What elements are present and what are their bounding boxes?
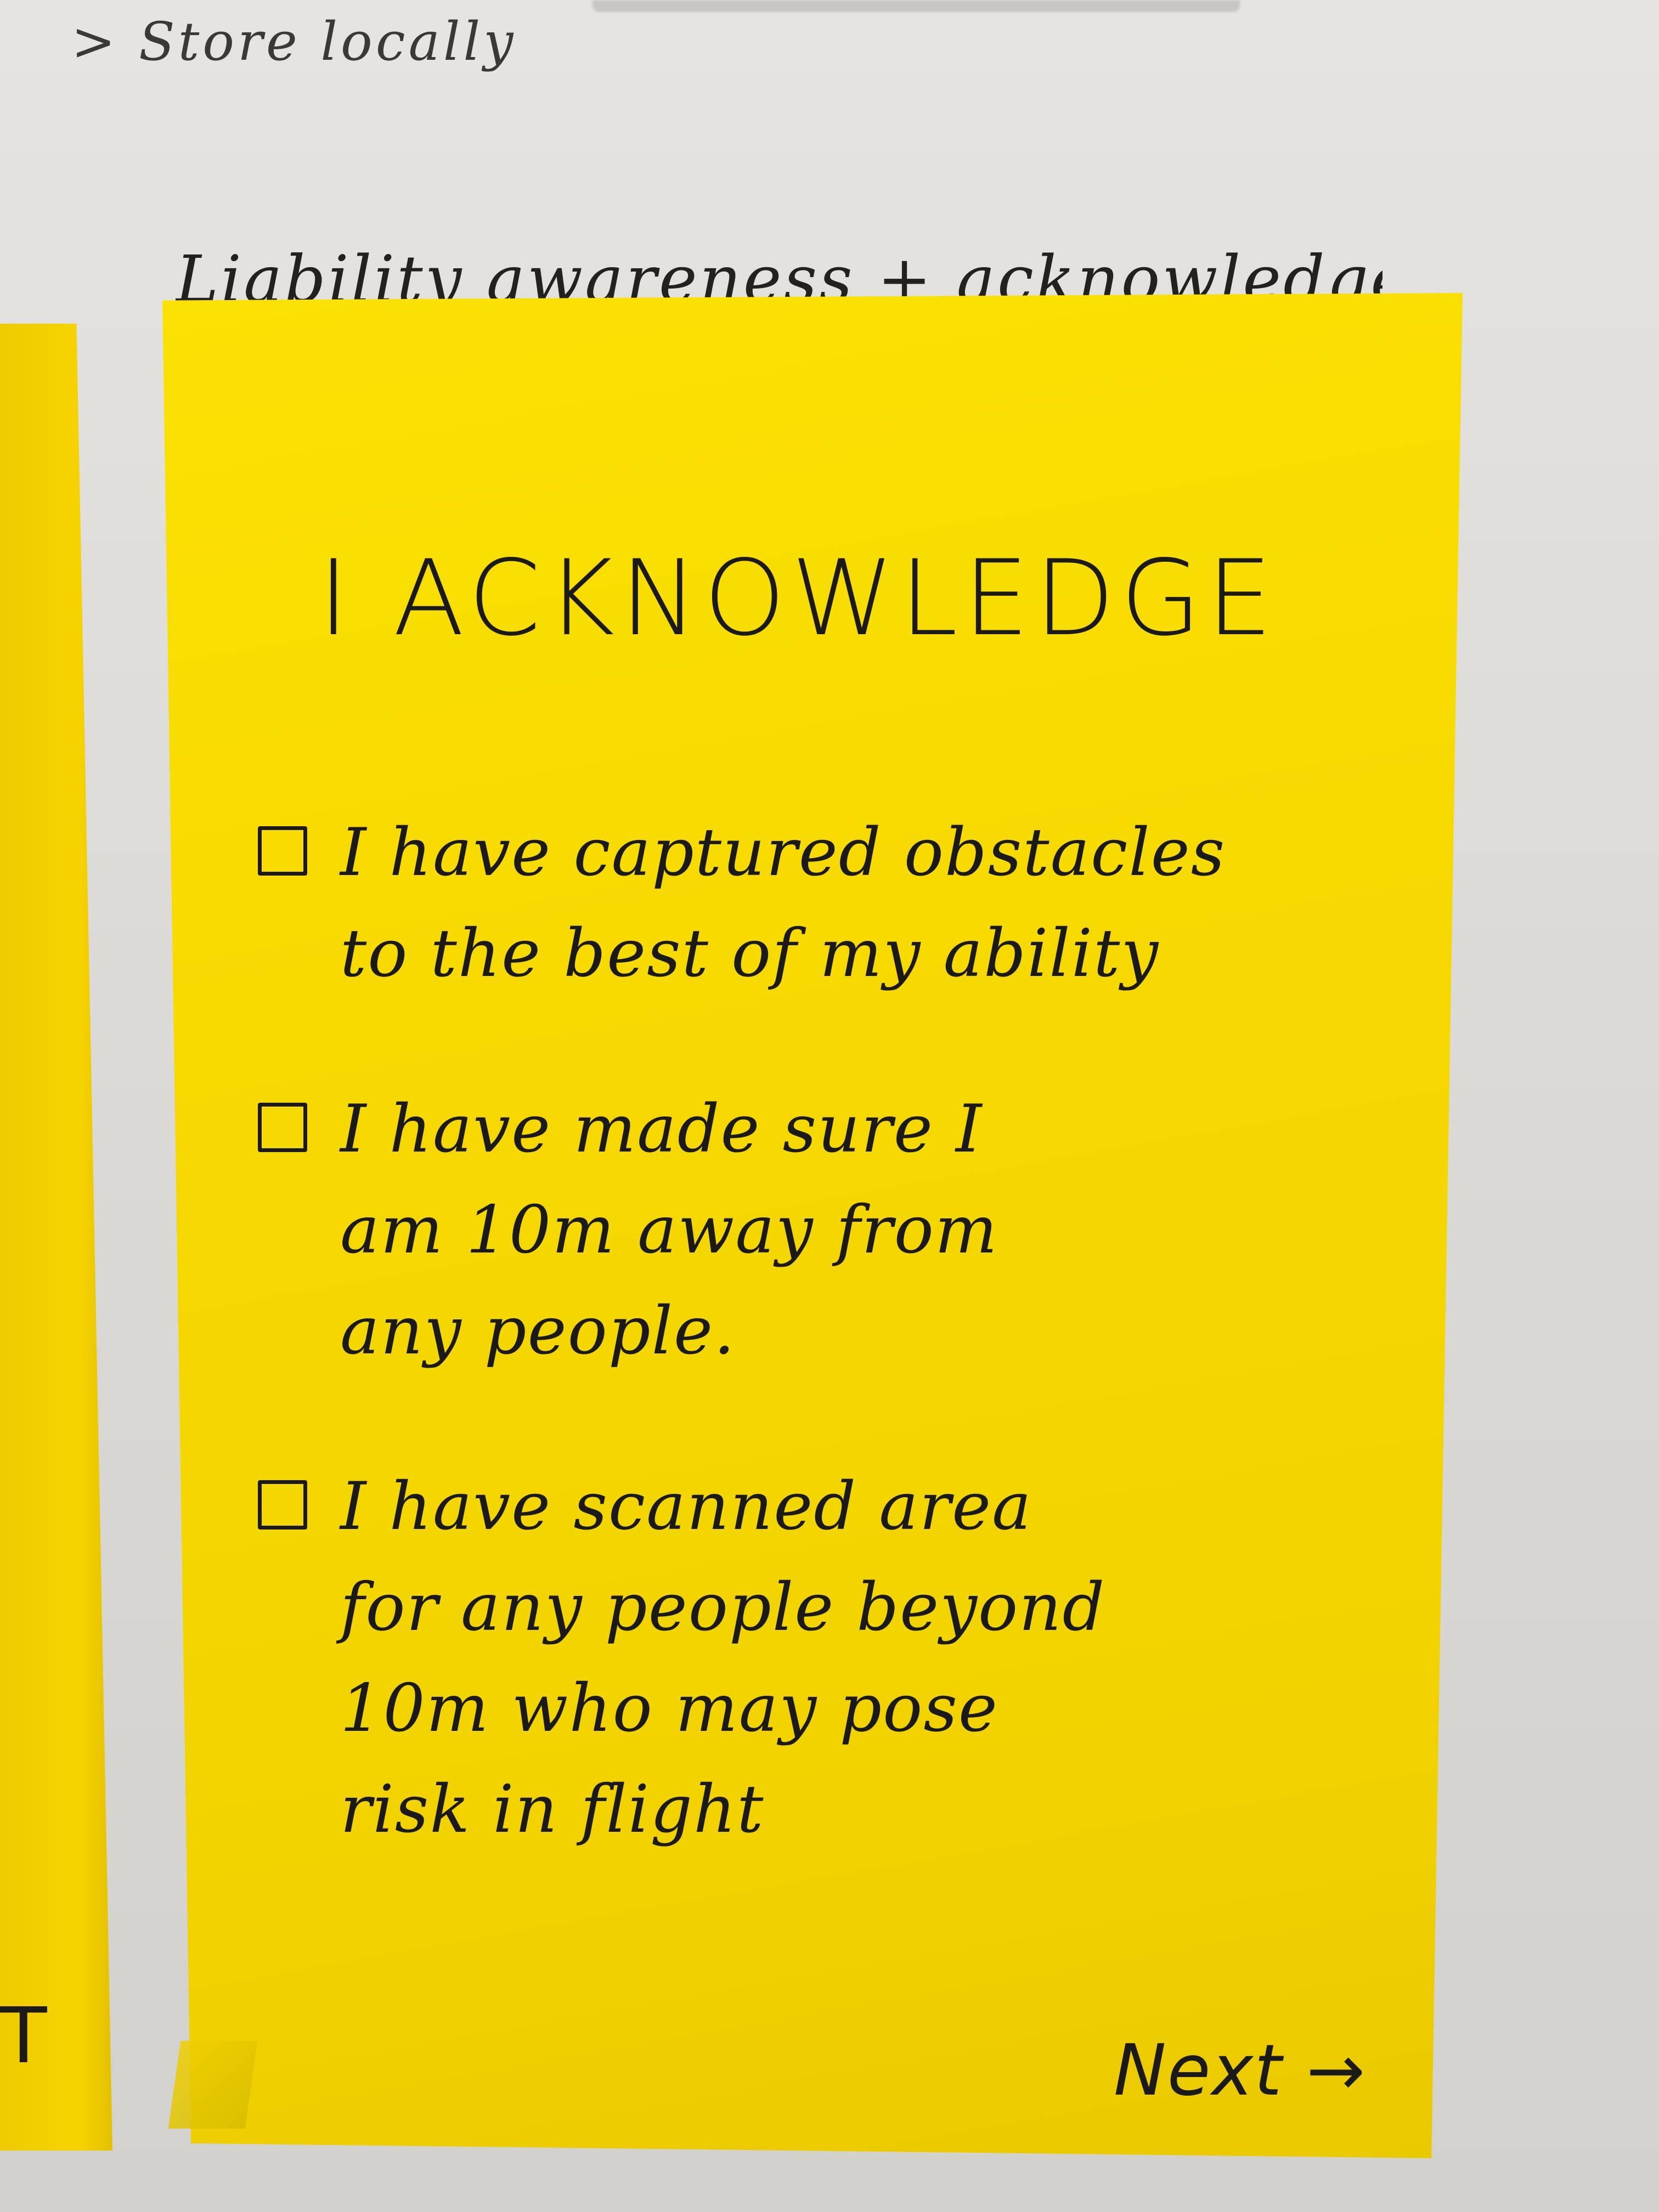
next-button[interactable]: Next → [1114,2030,1366,2112]
acknowledge-checklist: I have captured obstacles to the best of… [258,812,1410,1944]
checklist-item-distance[interactable]: I have made sure I am 10m away from any … [258,1088,1410,1373]
wall-note-store-locally: > Store locally [71,11,517,72]
item-distance-line-3: any people. [340,1293,736,1369]
item-distance-line-2: am 10m away from [340,1192,998,1268]
item-scan-line-4: risk in flight [340,1771,765,1848]
left-sticky-mark: T [0,1991,47,2081]
checklist-item-scan-area[interactable]: I have scanned area for any people beyon… [258,1466,1410,1851]
checkbox-distance[interactable] [258,1103,307,1152]
checkbox-obstacles[interactable] [258,826,307,876]
checkbox-scan-area[interactable] [258,1480,307,1530]
item-scan-line-2: for any people beyond [340,1570,1106,1646]
item-scan-line-3: 10m who may pose [340,1671,998,1747]
top-sticky-edge [592,0,1240,12]
item-obstacles-line-2: to the best of my ability [340,916,1160,992]
checklist-item-obstacles[interactable]: I have captured obstacles to the best of… [258,812,1410,995]
acknowledge-title: I ACKNOWLEDGE [318,538,1278,659]
item-obstacles-line-1: I have captured obstacles [340,815,1226,891]
item-scan-line-1: I have scanned area [340,1469,1032,1545]
item-distance-line-1: I have made sure I [340,1091,983,1167]
sticky-corner-lift [168,2041,258,2129]
